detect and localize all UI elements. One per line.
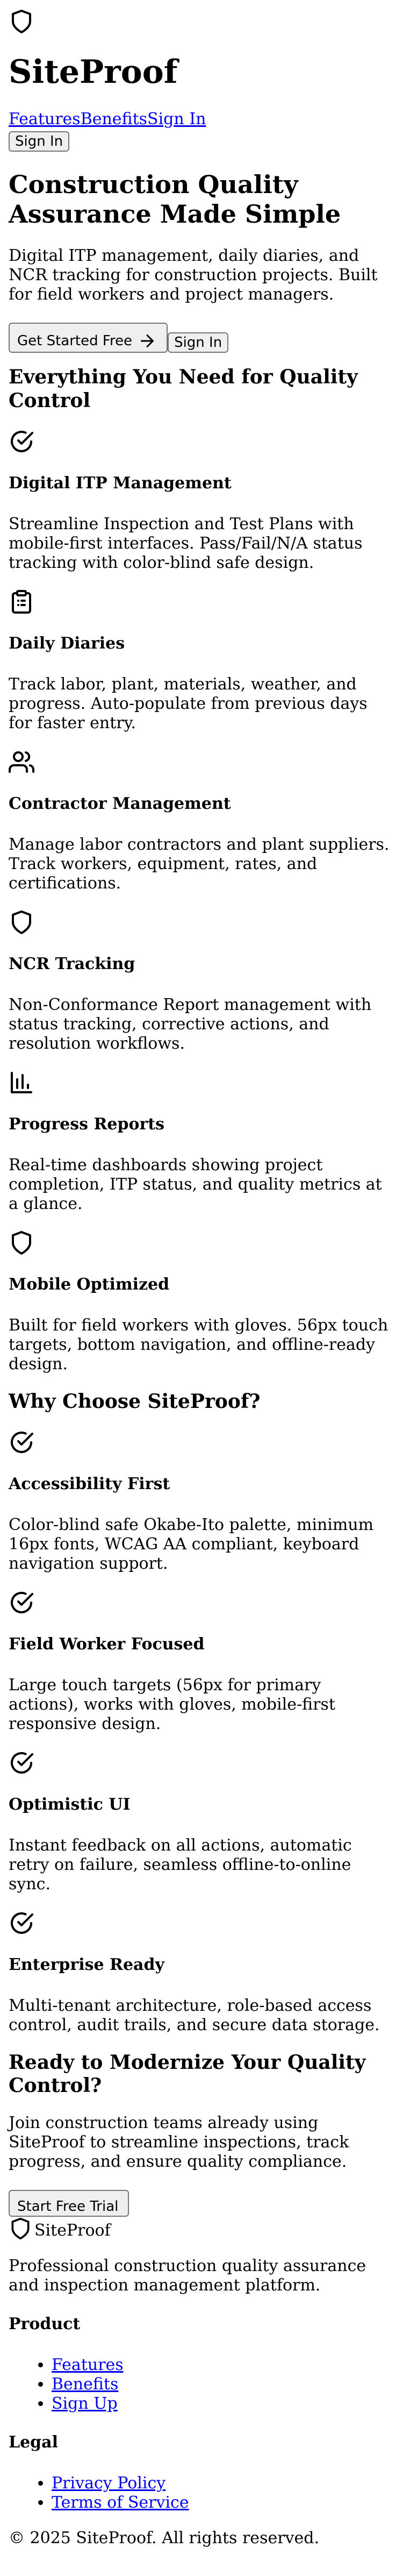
shield-icon [12, 1230, 31, 1255]
footer-tagline: Professional construction quality assura… [9, 2257, 366, 2295]
benefit-card: Accessibility First Color-blind safe Oka… [9, 1429, 394, 1574]
feature-title: Daily Diaries [9, 634, 125, 653]
footer-link-terms[interactable]: Terms of Service [52, 2493, 189, 2512]
benefit-title: Enterprise Ready [9, 1955, 164, 1974]
benefits-section: Why Choose SiteProof? Accessibility Firs… [9, 1390, 394, 2035]
hero-actions: Get Started Free Sign In [9, 323, 394, 353]
get-started-button[interactable]: Get Started Free [9, 323, 168, 353]
benefit-card: Field Worker Focused Large touch targets… [9, 1590, 394, 1734]
start-free-trial-button[interactable]: Start Free Trial [9, 2190, 129, 2217]
feature-desc: Built for field workers with gloves. 56p… [9, 1315, 388, 1374]
feature-card: Progress Reports Real-time dashboards sh… [9, 1070, 394, 1214]
clipboard-icon [12, 589, 31, 614]
feature-title: Mobile Optimized [9, 1275, 170, 1294]
footer-link-sign-up[interactable]: Sign Up [52, 2394, 118, 2413]
hero-sign-in-button[interactable]: Sign In [168, 332, 229, 353]
shield-icon [11, 2218, 30, 2240]
benefit-desc: Large touch targets (56px for primary ac… [9, 1675, 335, 1733]
check-circle-icon [11, 1431, 33, 1453]
benefit-desc: Color-blind safe Okabe-Ito palette, mini… [9, 1515, 374, 1573]
benefit-title: Accessibility First [9, 1474, 170, 1493]
check-circle-icon [11, 1912, 33, 1934]
footer-link-benefits[interactable]: Benefits [52, 2375, 118, 2394]
benefits-heading: Why Choose SiteProof? [9, 1390, 261, 1413]
features-section: Everything You Need for Quality Control … [9, 366, 394, 1374]
shield-icon [12, 10, 31, 33]
feature-desc: Streamline Inspection and Test Plans wit… [9, 514, 363, 572]
benefit-card: Optimistic UI Instant feedback on all ac… [9, 1750, 394, 1894]
hero-section: Construction Quality Assurance Made Simp… [9, 170, 394, 353]
feature-card: Mobile Optimized Built for field workers… [9, 1230, 394, 1374]
footer-legal-heading: Legal [9, 2433, 58, 2452]
feature-card: Contractor Management Manage labor contr… [9, 749, 394, 893]
list-item: Privacy Policy [52, 2474, 394, 2493]
feature-desc: Non-Conformance Report management with s… [9, 995, 372, 1053]
list-item: Terms of Service [52, 2493, 394, 2513]
footer-product-links: Features Benefits Sign Up [9, 2356, 394, 2414]
benefit-title: Optimistic UI [9, 1795, 131, 1814]
get-started-label: Get Started Free [17, 333, 133, 350]
check-circle-icon [11, 1591, 33, 1613]
feature-title: Contractor Management [9, 794, 231, 813]
footer-link-features[interactable]: Features [52, 2356, 124, 2374]
feature-desc: Manage labor contractors and plant suppl… [9, 835, 390, 893]
check-circle-icon [11, 430, 33, 452]
footer-brand: SiteProof [34, 2221, 111, 2240]
nav-link-sign-in[interactable]: Sign In [147, 110, 206, 129]
feature-card: Daily Diaries Track labor, plant, materi… [9, 589, 394, 733]
benefit-card: Enterprise Ready Multi-tenant architectu… [9, 1910, 394, 2035]
feature-desc: Track labor, plant, materials, weather, … [9, 674, 368, 732]
check-circle-icon [11, 1752, 33, 1774]
footer-legal-links: Privacy Policy Terms of Service [9, 2474, 394, 2513]
feature-card: Digital ITP Management Streamline Inspec… [9, 429, 394, 573]
benefit-desc: Multi-tenant architecture, role-based ac… [9, 1996, 380, 2034]
nav-link-features[interactable]: Features [9, 110, 81, 129]
list-item: Sign Up [52, 2394, 394, 2414]
footer-brand-row: SiteProof [9, 2217, 394, 2240]
feature-title: Digital ITP Management [9, 473, 232, 493]
footer-link-privacy[interactable]: Privacy Policy [52, 2474, 165, 2493]
header-sign-in-button[interactable]: Sign In [9, 131, 70, 152]
users-icon [9, 751, 34, 773]
feature-title: NCR Tracking [9, 954, 135, 973]
benefit-title: Field Worker Focused [9, 1634, 205, 1654]
feature-card: NCR Tracking Non-Conformance Report mana… [9, 909, 394, 1054]
list-item: Benefits [52, 2375, 394, 2394]
hero-subtitle: Digital ITP management, daily diaries, a… [9, 246, 378, 304]
nav-link-benefits[interactable]: Benefits [81, 110, 147, 129]
page: SiteProof FeaturesBenefitsSign In Sign I… [0, 0, 403, 2548]
bar-chart-icon [11, 1071, 32, 1093]
footer-product-heading: Product [9, 2315, 81, 2334]
brand-title: SiteProof [9, 53, 178, 91]
header: SiteProof FeaturesBenefitsSign In Sign I… [9, 0, 394, 152]
copyright: © 2025 SiteProof. All rights reserved. [9, 2529, 319, 2548]
footer: SiteProof Professional construction qual… [9, 2217, 394, 2548]
cta-text: Join construction teams already using Si… [9, 2114, 349, 2172]
top-nav: FeaturesBenefitsSign In [9, 110, 394, 129]
features-heading: Everything You Need for Quality Control [9, 366, 358, 412]
cta-section: Ready to Modernize Your Quality Control?… [9, 2051, 394, 2217]
cta-heading: Ready to Modernize Your Quality Control? [9, 2051, 366, 2097]
feature-title: Progress Reports [9, 1114, 165, 1134]
hero-title: Construction Quality Assurance Made Simp… [9, 170, 341, 229]
shield-icon [12, 910, 31, 934]
feature-desc: Real-time dashboards showing project com… [9, 1155, 382, 1213]
benefit-desc: Instant feedback on all actions, automat… [9, 1835, 352, 1894]
arrow-right-icon [141, 335, 154, 348]
list-item: Features [52, 2356, 394, 2375]
